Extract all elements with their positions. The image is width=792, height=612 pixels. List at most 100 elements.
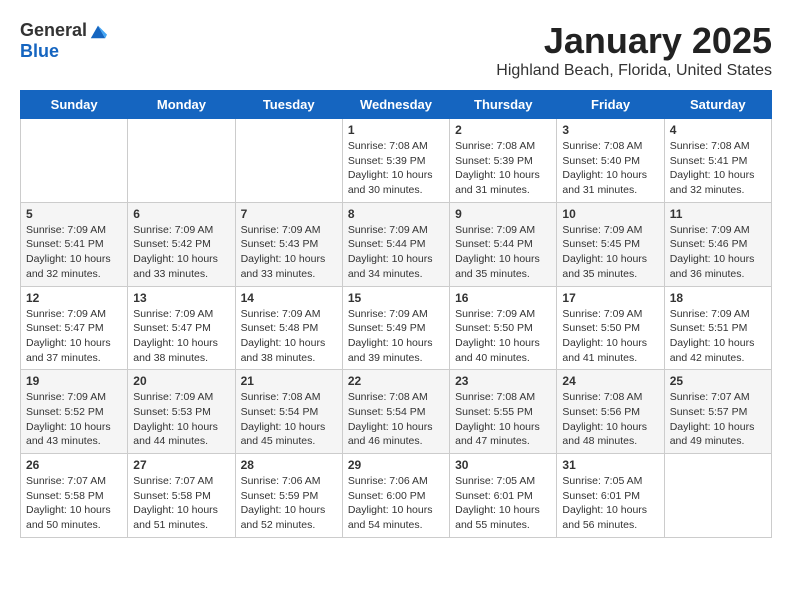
- calendar-cell: [21, 119, 128, 203]
- calendar-cell: [664, 454, 771, 538]
- calendar-cell: 18Sunrise: 7:09 AMSunset: 5:51 PMDayligh…: [664, 286, 771, 370]
- calendar-cell: 4 Sunrise: 7:08 AMSunset: 5:41 PMDaylight…: [664, 119, 771, 203]
- day-info: Sunrise: 7:09 AMSunset: 5:43 PMDaylight:…: [241, 223, 337, 282]
- day-info: Sunrise: 7:05 AMSunset: 6:01 PMDaylight:…: [562, 474, 658, 533]
- day-number: 20: [133, 374, 229, 388]
- calendar-cell: 2Sunrise: 7:08 AMSunset: 5:39 PMDaylight…: [450, 119, 557, 203]
- day-number: 10: [562, 207, 658, 221]
- calendar-week-row: 12Sunrise: 7:09 AMSunset: 5:47 PMDayligh…: [21, 286, 772, 370]
- day-number: 14: [241, 291, 337, 305]
- calendar-header-thursday: Thursday: [450, 91, 557, 119]
- calendar-cell: 23Sunrise: 7:08 AMSunset: 5:55 PMDayligh…: [450, 370, 557, 454]
- day-number: 18: [670, 291, 766, 305]
- calendar-week-row: 5 Sunrise: 7:09 AMSunset: 5:41 PMDaylight…: [21, 202, 772, 286]
- calendar-cell: 31Sunrise: 7:05 AMSunset: 6:01 PMDayligh…: [557, 454, 664, 538]
- day-number: 30: [455, 458, 551, 472]
- day-number: 9: [455, 207, 551, 221]
- calendar-cell: 3Sunrise: 7:08 AMSunset: 5:40 PMDaylight…: [557, 119, 664, 203]
- day-number: 2: [455, 123, 551, 137]
- calendar-cell: [235, 119, 342, 203]
- calendar-cell: 13Sunrise: 7:09 AMSunset: 5:47 PMDayligh…: [128, 286, 235, 370]
- day-number: 5: [26, 207, 122, 221]
- calendar-cell: 9Sunrise: 7:09 AMSunset: 5:44 PMDaylight…: [450, 202, 557, 286]
- page-header: General Blue January 2025 Highland Beach…: [20, 20, 772, 80]
- title-section: January 2025 Highland Beach, Florida, Un…: [496, 20, 772, 80]
- calendar-cell: [128, 119, 235, 203]
- calendar-header-monday: Monday: [128, 91, 235, 119]
- day-number: 28: [241, 458, 337, 472]
- calendar-cell: 14 Sunrise: 7:09 AMSunset: 5:48 PMDayligh…: [235, 286, 342, 370]
- calendar-week-row: 26 Sunrise: 7:07 AMSunset: 5:58 PMDayligh…: [21, 454, 772, 538]
- calendar-cell: 27 Sunrise: 7:07 AMSunset: 5:58 PMDayligh…: [128, 454, 235, 538]
- day-number: 23: [455, 374, 551, 388]
- calendar-cell: 30 Sunrise: 7:05 AMSunset: 6:01 PMDayligh…: [450, 454, 557, 538]
- day-info: Sunrise: 7:07 AMSunset: 5:57 PMDaylight:…: [670, 390, 766, 449]
- day-number: 27: [133, 458, 229, 472]
- day-number: 11: [670, 207, 766, 221]
- calendar-header-wednesday: Wednesday: [342, 91, 449, 119]
- day-number: 7: [241, 207, 337, 221]
- calendar-cell: 1 Sunrise: 7:08 AMSunset: 5:39 PMDaylight…: [342, 119, 449, 203]
- day-info: Sunrise: 7:08 AMSunset: 5:39 PMDaylight:…: [348, 139, 444, 198]
- day-info: Sunrise: 7:06 AMSunset: 5:59 PMDaylight:…: [241, 474, 337, 533]
- day-info: Sunrise: 7:09 AMSunset: 5:41 PMDaylight:…: [26, 223, 122, 282]
- day-number: 26: [26, 458, 122, 472]
- day-number: 8: [348, 207, 444, 221]
- day-number: 15: [348, 291, 444, 305]
- calendar-header-sunday: Sunday: [21, 91, 128, 119]
- calendar-cell: 24 Sunrise: 7:08 AMSunset: 5:56 PMDayligh…: [557, 370, 664, 454]
- day-info: Sunrise: 7:08 AMSunset: 5:41 PMDaylight:…: [670, 139, 766, 198]
- calendar-cell: 10 Sunrise: 7:09 AMSunset: 5:45 PMDayligh…: [557, 202, 664, 286]
- calendar-cell: 15 Sunrise: 7:09 AMSunset: 5:49 PMDayligh…: [342, 286, 449, 370]
- calendar-cell: 12Sunrise: 7:09 AMSunset: 5:47 PMDayligh…: [21, 286, 128, 370]
- day-info: Sunrise: 7:09 AMSunset: 5:42 PMDaylight:…: [133, 223, 229, 282]
- calendar-header-saturday: Saturday: [664, 91, 771, 119]
- calendar-table: SundayMondayTuesdayWednesdayThursdayFrid…: [20, 90, 772, 538]
- day-number: 19: [26, 374, 122, 388]
- day-info: Sunrise: 7:09 AMSunset: 5:50 PMDaylight:…: [455, 307, 551, 366]
- calendar-cell: 17Sunrise: 7:09 AMSunset: 5:50 PMDayligh…: [557, 286, 664, 370]
- day-info: Sunrise: 7:08 AMSunset: 5:56 PMDaylight:…: [562, 390, 658, 449]
- day-info: Sunrise: 7:09 AMSunset: 5:48 PMDaylight:…: [241, 307, 337, 366]
- calendar-week-row: 19Sunrise: 7:09 AMSunset: 5:52 PMDayligh…: [21, 370, 772, 454]
- day-info: Sunrise: 7:07 AMSunset: 5:58 PMDaylight:…: [26, 474, 122, 533]
- day-info: Sunrise: 7:09 AMSunset: 5:47 PMDaylight:…: [26, 307, 122, 366]
- day-info: Sunrise: 7:09 AMSunset: 5:44 PMDaylight:…: [348, 223, 444, 282]
- calendar-cell: 16Sunrise: 7:09 AMSunset: 5:50 PMDayligh…: [450, 286, 557, 370]
- day-info: Sunrise: 7:05 AMSunset: 6:01 PMDaylight:…: [455, 474, 551, 533]
- day-info: Sunrise: 7:09 AMSunset: 5:47 PMDaylight:…: [133, 307, 229, 366]
- calendar-cell: 20Sunrise: 7:09 AMSunset: 5:53 PMDayligh…: [128, 370, 235, 454]
- calendar-header-row: SundayMondayTuesdayWednesdayThursdayFrid…: [21, 91, 772, 119]
- day-number: 4: [670, 123, 766, 137]
- day-number: 3: [562, 123, 658, 137]
- day-info: Sunrise: 7:06 AMSunset: 6:00 PMDaylight:…: [348, 474, 444, 533]
- logo-icon: [89, 22, 107, 40]
- day-info: Sunrise: 7:09 AMSunset: 5:49 PMDaylight:…: [348, 307, 444, 366]
- calendar-cell: 19Sunrise: 7:09 AMSunset: 5:52 PMDayligh…: [21, 370, 128, 454]
- calendar-header-friday: Friday: [557, 91, 664, 119]
- calendar-cell: 29Sunrise: 7:06 AMSunset: 6:00 PMDayligh…: [342, 454, 449, 538]
- day-number: 1: [348, 123, 444, 137]
- calendar-title: January 2025: [496, 20, 772, 62]
- calendar-subtitle: Highland Beach, Florida, United States: [496, 62, 772, 80]
- day-number: 24: [562, 374, 658, 388]
- calendar-week-row: 1 Sunrise: 7:08 AMSunset: 5:39 PMDaylight…: [21, 119, 772, 203]
- day-number: 25: [670, 374, 766, 388]
- day-number: 21: [241, 374, 337, 388]
- calendar-cell: 7 Sunrise: 7:09 AMSunset: 5:43 PMDaylight…: [235, 202, 342, 286]
- calendar-cell: 22 Sunrise: 7:08 AMSunset: 5:54 PMDayligh…: [342, 370, 449, 454]
- day-info: Sunrise: 7:08 AMSunset: 5:54 PMDaylight:…: [348, 390, 444, 449]
- day-number: 22: [348, 374, 444, 388]
- logo: General Blue: [20, 20, 107, 62]
- calendar-cell: 25 Sunrise: 7:07 AMSunset: 5:57 PMDayligh…: [664, 370, 771, 454]
- calendar-cell: 11Sunrise: 7:09 AMSunset: 5:46 PMDayligh…: [664, 202, 771, 286]
- logo-blue-text: Blue: [20, 41, 59, 62]
- calendar-cell: 21Sunrise: 7:08 AMSunset: 5:54 PMDayligh…: [235, 370, 342, 454]
- day-info: Sunrise: 7:07 AMSunset: 5:58 PMDaylight:…: [133, 474, 229, 533]
- day-number: 6: [133, 207, 229, 221]
- day-number: 17: [562, 291, 658, 305]
- calendar-cell: 8 Sunrise: 7:09 AMSunset: 5:44 PMDaylight…: [342, 202, 449, 286]
- calendar-cell: 28 Sunrise: 7:06 AMSunset: 5:59 PMDayligh…: [235, 454, 342, 538]
- day-info: Sunrise: 7:09 AMSunset: 5:45 PMDaylight:…: [562, 223, 658, 282]
- logo-general-text: General: [20, 20, 87, 41]
